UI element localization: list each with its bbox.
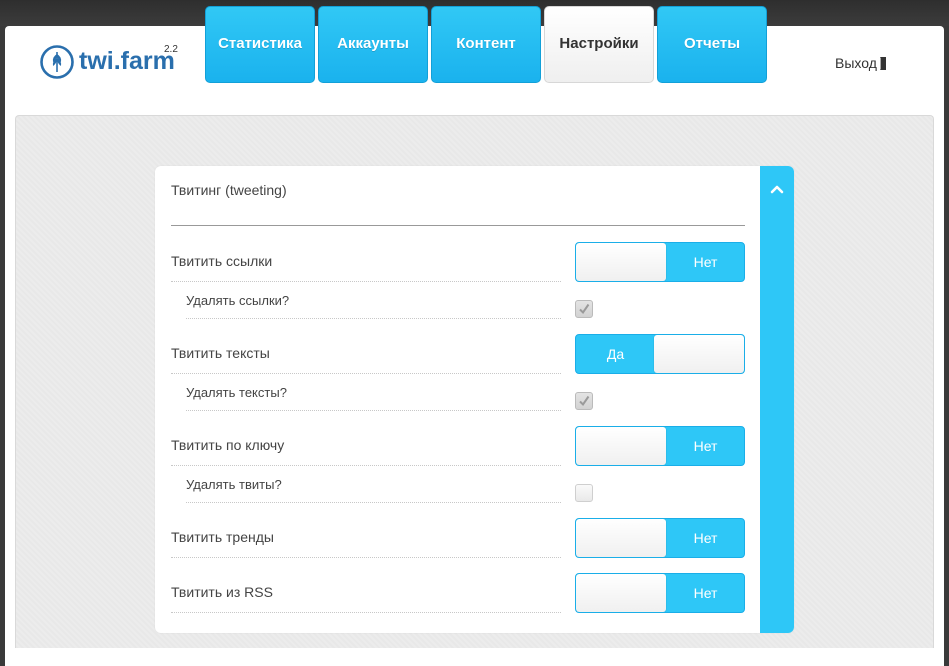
row-divider [171,557,561,558]
tweet-by-keyword-label: Твитить по ключу [171,437,285,453]
tab-content[interactable]: Контент [431,6,541,83]
toggle-value: Нет [693,530,718,546]
tab-accounts[interactable]: Аккаунты [318,6,428,83]
toggle-knob [576,574,666,612]
tab-settings[interactable]: Настройки [544,6,654,83]
panel-sidebar [760,166,794,633]
section-divider [171,225,745,226]
toggle-knob [576,427,666,465]
toggle-value: Нет [693,438,718,454]
tweet-trends-label: Твитить тренды [171,529,274,545]
logout-link[interactable]: Выход [835,55,886,71]
row-divider [171,373,561,374]
tweet-from-rss-toggle[interactable]: Нет [575,573,745,613]
delete-texts-checkbox[interactable] [575,392,593,410]
settings-panel: Твитинг (tweeting) Твитить ссылки Нет Уд… [155,166,794,633]
toggle-value: Да [606,346,625,362]
row-divider [171,465,561,466]
toggle-knob [576,243,666,281]
delete-tweets-checkbox[interactable] [575,484,593,502]
checkmark-icon [579,303,590,315]
tab-reports[interactable]: Отчеты [657,6,767,83]
row-divider [171,281,561,282]
row-divider [186,502,561,503]
tweet-links-toggle[interactable]: Нет [575,242,745,282]
delete-links-label: Удалять ссылки? [186,293,290,308]
tab-statistics[interactable]: Статистика [205,6,315,83]
toggle-knob [654,335,744,373]
tweet-from-rss-label: Твитить из RSS [171,584,273,600]
tweet-links-label: Твитить ссылки [171,253,273,269]
version-label: 2.2 [164,44,178,55]
toggle-value: Нет [693,254,718,270]
delete-tweets-label: Удалять твиты? [186,477,282,492]
logo-text: twi.farm [79,47,175,75]
tweet-trends-toggle[interactable]: Нет [575,518,745,558]
tweet-by-keyword-toggle[interactable]: Нет [575,426,745,466]
wheat-logo-icon [40,45,74,79]
row-divider [186,318,561,319]
checkmark-icon [579,395,590,407]
toggle-value: Нет [693,585,718,601]
door-exit-icon [879,57,886,70]
section-title: Твитинг (tweeting) [171,182,287,198]
toggle-knob [576,519,666,557]
row-divider [186,410,561,411]
delete-links-checkbox[interactable] [575,300,593,318]
row-divider [171,612,561,613]
logo[interactable]: twi.farm 2.2 [39,44,189,84]
delete-texts-label: Удалять тексты? [186,385,287,400]
chevron-up-icon[interactable] [770,183,784,195]
tweet-texts-toggle[interactable]: Да [575,334,745,374]
tweet-texts-label: Твитить тексты [171,345,270,361]
logout-label: Выход [835,55,877,71]
